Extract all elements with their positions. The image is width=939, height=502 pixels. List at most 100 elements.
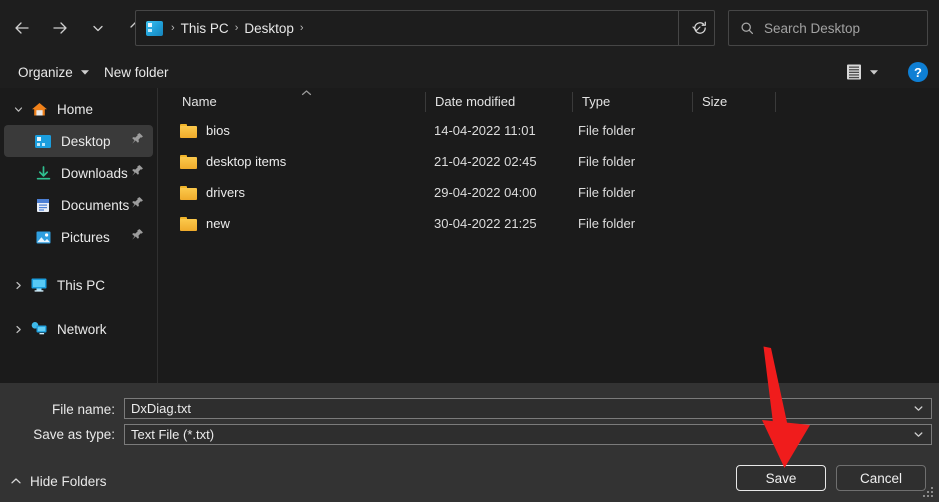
column-header-type[interactable]: Type: [573, 88, 692, 115]
column-headers: Name Date modified Type Size: [158, 88, 939, 115]
sidebar-item-home[interactable]: Home: [4, 93, 153, 125]
desktop-icon: [32, 132, 54, 150]
file-name-cell: new: [180, 216, 230, 231]
list-view-icon[interactable]: [842, 60, 866, 84]
hide-folders-label: Hide Folders: [30, 473, 107, 489]
search-box[interactable]: Search Desktop: [728, 10, 928, 46]
file-name-cell: drivers: [180, 185, 245, 200]
save-as-type-select[interactable]: Text File (*.txt): [124, 424, 932, 445]
breadcrumb-separator: ›: [299, 21, 304, 34]
downloads-icon: [32, 164, 54, 182]
file-list-pane: Name Date modified Type Size bios 14-04-…: [158, 88, 939, 383]
save-as-type-value[interactable]: Text File (*.txt): [125, 427, 905, 442]
file-name-cell: desktop items: [180, 154, 286, 169]
pictures-icon: [32, 228, 54, 246]
forward-icon[interactable]: [43, 11, 77, 45]
recent-locations-chevron-down-icon[interactable]: [81, 11, 115, 45]
sidebar-item-downloads[interactable]: Downloads: [4, 157, 153, 189]
file-date-modified: 21-04-2022 02:45: [434, 154, 537, 169]
file-name: new: [206, 216, 230, 231]
search-icon: [740, 21, 754, 35]
file-date-modified: 14-04-2022 11:01: [434, 123, 536, 138]
hide-folders-button[interactable]: Hide Folders: [10, 470, 107, 492]
breadcrumb-separator: ›: [171, 21, 175, 34]
table-row[interactable]: drivers 29-04-2022 04:00 File folder: [158, 177, 939, 208]
chevron-up-icon: [10, 476, 22, 486]
column-header-date-modified[interactable]: Date modified: [426, 88, 572, 115]
file-name-value[interactable]: DxDiag.txt: [125, 401, 905, 416]
sidebar-item-label: Documents: [61, 197, 130, 213]
help-button[interactable]: ?: [908, 62, 928, 82]
file-type: File folder: [578, 216, 636, 231]
breadcrumb-item-desktop[interactable]: Desktop: [244, 21, 294, 36]
file-name: drivers: [206, 185, 246, 200]
sidebar-item-label: Home: [57, 101, 94, 117]
organize-chevron-down-icon: [80, 67, 90, 77]
view-chevron-down-icon[interactable]: [866, 60, 882, 84]
search-input[interactable]: Search Desktop: [764, 21, 860, 36]
network-icon: [28, 320, 50, 338]
table-row[interactable]: desktop items 21-04-2022 02:45 File fold…: [158, 146, 939, 177]
organize-button[interactable]: Organize: [10, 59, 98, 85]
resize-grip-icon[interactable]: [923, 487, 935, 499]
table-row[interactable]: bios 14-04-2022 11:01 File folder: [158, 115, 939, 146]
file-type: File folder: [578, 185, 636, 200]
pin-icon[interactable]: [131, 164, 144, 182]
folder-icon: [180, 154, 197, 169]
pin-icon[interactable]: [131, 228, 144, 246]
folder-icon: [180, 123, 197, 138]
file-date-modified: 30-04-2022 21:25: [434, 216, 537, 231]
breadcrumb-item-this-pc[interactable]: This PC: [181, 21, 229, 36]
address-bar[interactable]: › This PC › Desktop ›: [135, 10, 715, 46]
save-button[interactable]: Save: [736, 465, 826, 491]
sidebar-item-documents[interactable]: Documents: [4, 189, 153, 221]
save-as-type-label: Save as type:: [33, 427, 115, 442]
sidebar-item-label: Desktop: [61, 133, 111, 149]
sidebar-item-pictures[interactable]: Pictures: [4, 221, 153, 253]
sidebar-item-label: Network: [57, 321, 107, 337]
breadcrumb[interactable]: › This PC › Desktop ›: [136, 11, 678, 45]
sidebar-item-label: Pictures: [61, 229, 110, 245]
new-folder-label: New folder: [104, 64, 169, 80]
documents-icon: [32, 196, 54, 214]
chevron-down-icon[interactable]: [8, 104, 28, 115]
organize-label: Organize: [18, 64, 73, 80]
file-type: File folder: [578, 154, 636, 169]
sidebar-item-this-pc[interactable]: This PC: [4, 269, 153, 301]
home-icon: [28, 100, 50, 118]
chevron-right-icon[interactable]: [8, 324, 28, 335]
pin-icon[interactable]: [131, 132, 144, 150]
file-name-input[interactable]: DxDiag.txt: [124, 398, 932, 419]
sidebar-item-label: Downloads: [61, 165, 128, 181]
refresh-icon[interactable]: [681, 11, 719, 45]
file-name-label: File name:: [51, 402, 115, 417]
chevron-right-icon[interactable]: [8, 280, 28, 291]
table-row[interactable]: new 30-04-2022 21:25 File folder: [158, 208, 939, 239]
this-pc-icon: [28, 276, 50, 294]
file-date-modified: 29-04-2022 04:00: [434, 185, 537, 200]
file-name: desktop items: [206, 154, 287, 169]
new-folder-button[interactable]: New folder: [96, 59, 177, 85]
cancel-button[interactable]: Cancel: [836, 465, 926, 491]
sidebar-item-network[interactable]: Network: [4, 313, 153, 345]
save-as-dialog: › This PC › Desktop › Search Desktop Org…: [0, 0, 939, 502]
column-separator[interactable]: [775, 92, 776, 112]
file-name-cell: bios: [180, 123, 230, 138]
file-rows: bios 14-04-2022 11:01 File folder deskto…: [158, 115, 939, 239]
sidebar-item-label: This PC: [57, 277, 106, 293]
column-header-size[interactable]: Size: [693, 88, 775, 115]
back-icon[interactable]: [5, 11, 39, 45]
folder-icon: [180, 216, 197, 231]
column-header-name[interactable]: Name: [173, 88, 425, 115]
pin-icon[interactable]: [131, 196, 144, 214]
command-bar: Organize New folder: [0, 56, 939, 88]
file-type: File folder: [578, 123, 636, 138]
file-name: bios: [206, 123, 230, 138]
sidebar-item-desktop[interactable]: Desktop: [4, 125, 153, 157]
breadcrumb-separator: ›: [234, 21, 239, 34]
file-name-chevron-down-icon[interactable]: [905, 403, 931, 414]
folder-icon: [180, 185, 197, 200]
desktop-folder-icon: [146, 20, 163, 36]
navigation-pane: Home Desktop Downloads Documents Picture…: [0, 88, 157, 383]
save-as-type-chevron-down-icon[interactable]: [905, 429, 931, 440]
